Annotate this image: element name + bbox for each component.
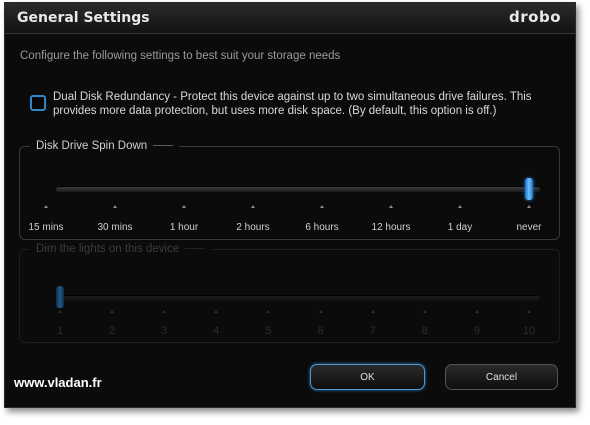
spin-down-tick <box>182 205 186 208</box>
dim-lights-tick <box>422 310 427 313</box>
spin-down-tick <box>251 205 255 208</box>
spin-down-group: Disk Drive Spin Down 15 mins 30 mins 1 hou… <box>19 140 560 240</box>
dim-lights-tick <box>527 310 531 313</box>
dual-disk-redundancy-checkbox[interactable] <box>30 95 46 111</box>
spin-down-tick-label: 1 day <box>447 222 473 233</box>
watermark-text: www.vladan.fr <box>14 375 102 390</box>
spin-down-tick <box>527 205 531 208</box>
dim-lights-slider-thumb[interactable] <box>56 286 64 308</box>
spin-down-tick-label: 12 hours <box>371 222 411 233</box>
spin-down-legend: Disk Drive Spin Down <box>30 140 179 152</box>
spin-down-slider-thumb[interactable] <box>525 178 533 200</box>
spin-down-tick <box>44 205 48 208</box>
dialog-title: General Settings <box>17 10 150 26</box>
dual-disk-redundancy-label[interactable]: Dual Disk Redundancy - Protect this devi… <box>53 90 563 118</box>
spin-down-tick-label: 2 hours <box>236 222 270 233</box>
dim-lights-tick <box>58 310 62 313</box>
spin-down-tick-label: 30 mins <box>97 222 133 233</box>
dim-lights-tick-label: 9 <box>473 325 480 337</box>
drobo-logo: drobo <box>509 8 561 26</box>
spin-down-tick-label: 1 hour <box>169 222 199 233</box>
dim-lights-tick-label: 7 <box>369 325 376 337</box>
spin-down-tick <box>458 205 462 208</box>
dim-lights-tick <box>214 310 219 313</box>
spin-down-tick-label: never <box>516 222 542 233</box>
spin-down-slider-track[interactable] <box>56 186 540 192</box>
spin-down-tick-label: 6 hours <box>305 222 339 233</box>
dim-lights-tick-label: 8 <box>421 325 428 337</box>
spin-down-tick <box>113 205 117 208</box>
dim-lights-group: Dim the lights on this device 1 2 3 4 5 6 7 8 9 1… <box>19 243 560 343</box>
title-bar: General Settings drobo <box>5 3 575 34</box>
dim-lights-tick <box>110 310 115 313</box>
general-settings-dialog: General Settings drobo Configure the fol… <box>4 2 576 408</box>
dim-lights-tick-label: 6 <box>317 325 324 337</box>
spin-down-tick <box>320 205 324 208</box>
intro-text: Configure the following settings to best… <box>20 50 341 62</box>
dim-lights-tick <box>318 310 323 313</box>
spin-down-tick-label: 15 mins <box>28 222 64 233</box>
dim-lights-tick <box>162 310 167 313</box>
ok-button[interactable]: OK <box>310 364 425 390</box>
dim-lights-tick-label: 3 <box>161 325 168 337</box>
cancel-button[interactable]: Cancel <box>445 364 558 390</box>
dim-lights-slider-track[interactable] <box>56 295 540 301</box>
dim-lights-tick <box>474 310 479 313</box>
dim-lights-legend: Dim the lights on this device <box>30 243 211 255</box>
dim-lights-tick-label: 4 <box>213 325 220 337</box>
dim-lights-tick-label: 2 <box>109 325 116 337</box>
dim-lights-tick-label: 1 <box>56 325 64 337</box>
dim-lights-tick <box>370 310 375 313</box>
dim-lights-tick-label: 5 <box>265 325 272 337</box>
spin-down-tick <box>389 205 393 208</box>
dim-lights-tick-label: 10 <box>522 325 536 337</box>
dim-lights-tick <box>266 310 271 313</box>
